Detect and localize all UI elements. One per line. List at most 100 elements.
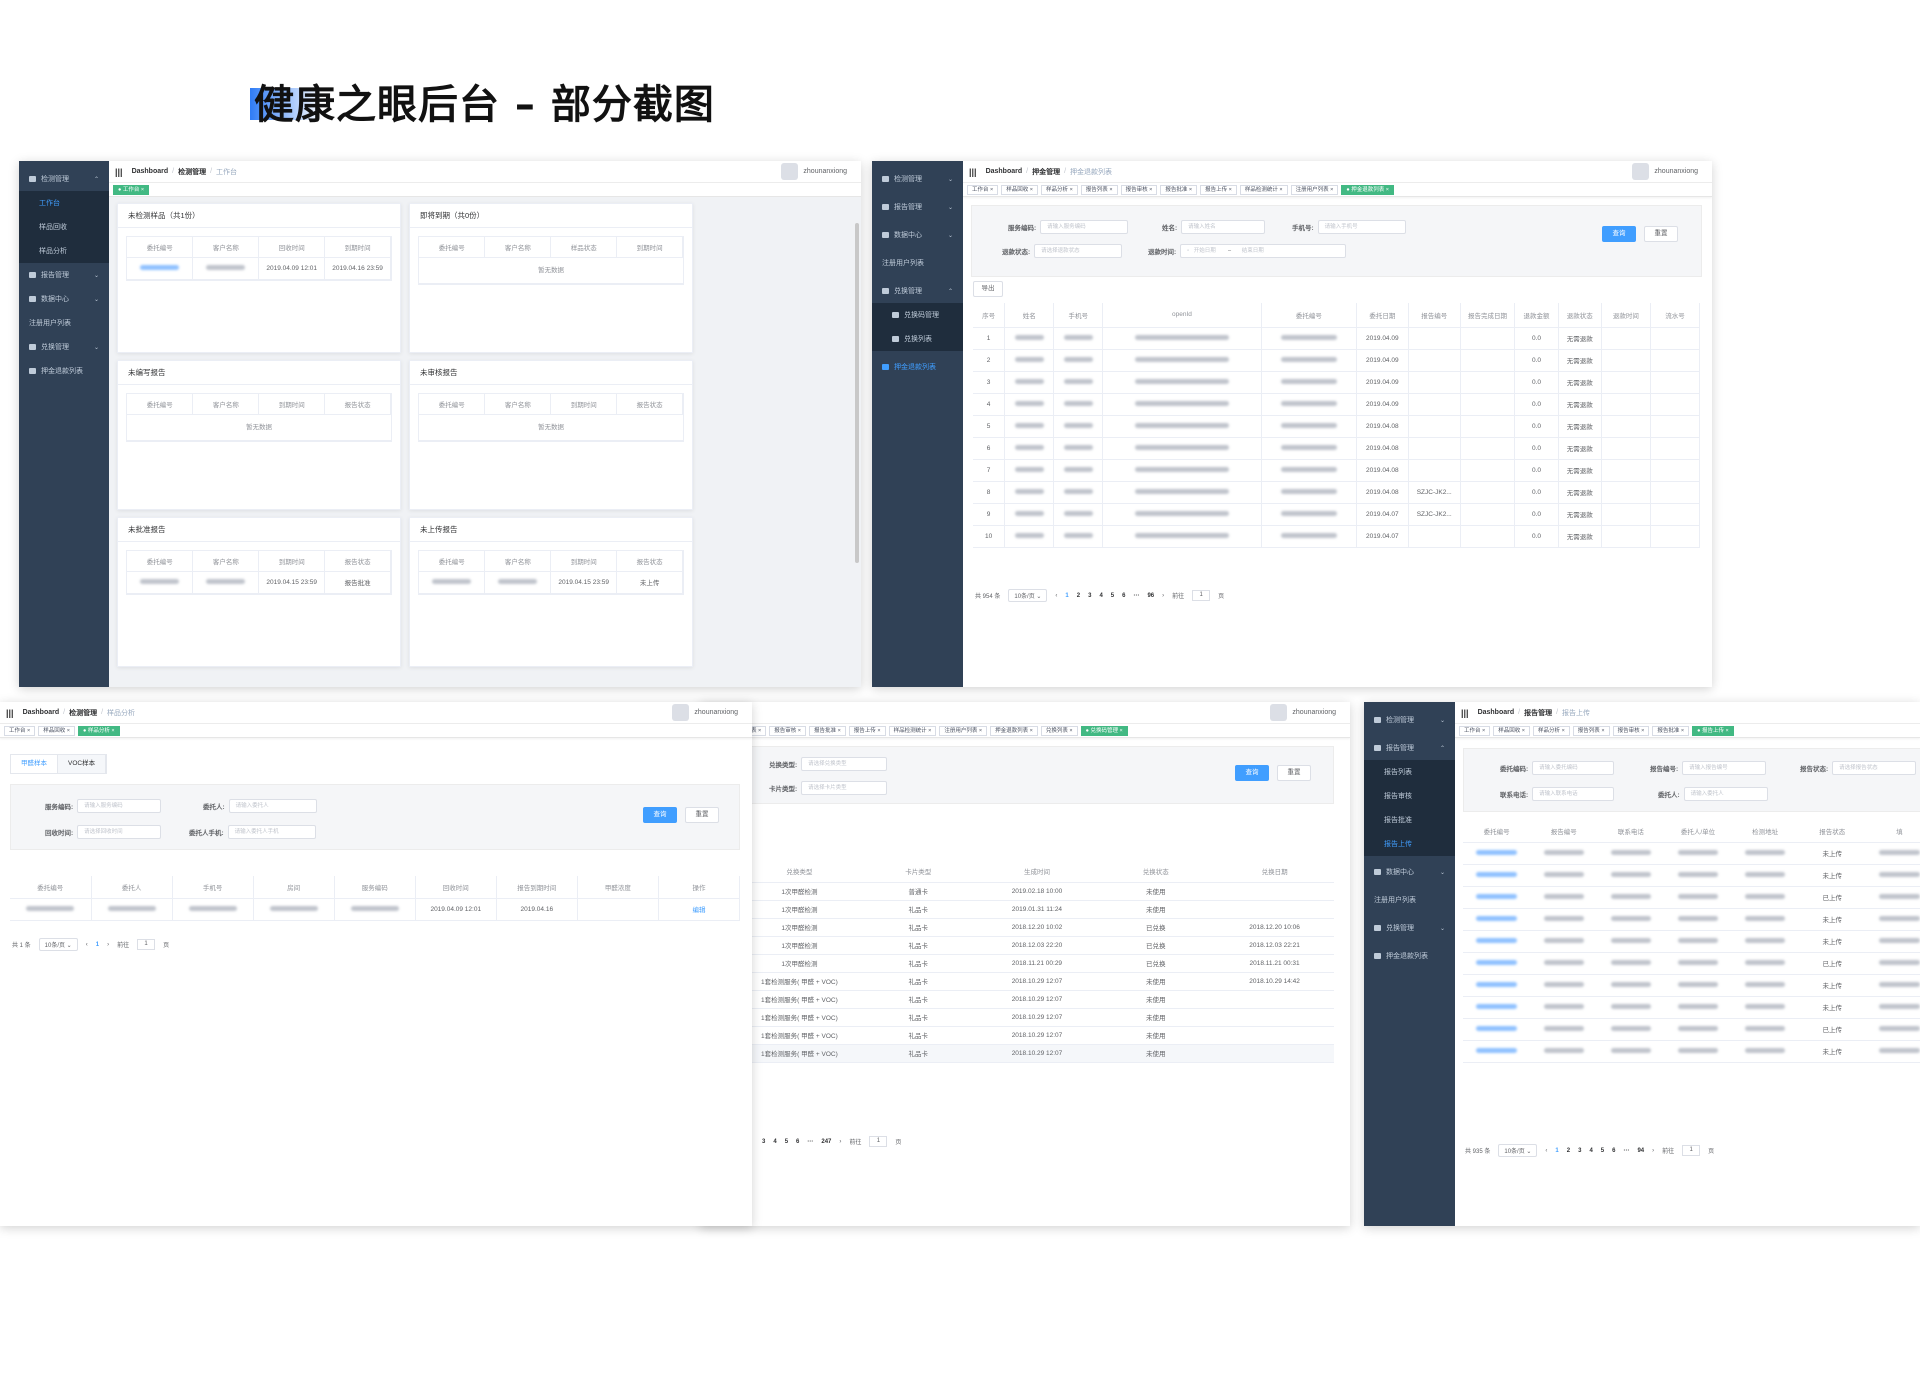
sidebar-item-inspection[interactable]: 检测管理 ⌄	[1364, 708, 1455, 732]
page-number[interactable]: 4	[773, 1139, 776, 1145]
tag-item[interactable]: 工作台 ×	[967, 184, 999, 195]
service-code-input[interactable]: 请输入服务编码	[1040, 220, 1129, 234]
tag-workbench[interactable]: 工作台 ×	[4, 725, 36, 736]
next-page-icon[interactable]: ›	[1162, 593, 1164, 599]
user-menu[interactable]: zhounanxiong	[781, 163, 847, 180]
reset-button[interactable]: 重置	[1644, 226, 1678, 242]
prev-page-icon[interactable]: ‹	[86, 942, 88, 948]
tag-item[interactable]: 报告审核 ×	[769, 725, 807, 736]
breadcrumb-item[interactable]: 押金管理	[1032, 167, 1060, 177]
breadcrumb-dashboard[interactable]: Dashboard	[23, 709, 60, 716]
sidebar-item-exchange-codes[interactable]: 兑换码管理	[872, 303, 963, 327]
tag-item[interactable]: 样品检测统计 ×	[888, 725, 937, 736]
tag-item[interactable]: ● 押金退款列表 ×	[1341, 184, 1395, 195]
phone-input[interactable]: 请输入手机号	[1317, 220, 1406, 234]
user-menu[interactable]: zhounanxiong	[1270, 704, 1336, 721]
page-number[interactable]: 6	[1612, 1148, 1615, 1154]
breadcrumb-dashboard[interactable]: Dashboard	[1478, 709, 1515, 716]
commission-code-input[interactable]: 请输入委托编码	[1532, 761, 1615, 775]
sidebar-item-refunds[interactable]: 押金退款列表	[872, 355, 963, 379]
page-number[interactable]: 94	[1637, 1148, 1644, 1154]
breadcrumb-item[interactable]: 报告管理	[1524, 708, 1552, 718]
tag-item[interactable]: 报告审核 ×	[1612, 725, 1650, 736]
query-button[interactable]: 查询	[1602, 226, 1636, 242]
client-input[interactable]: 请输入委托人	[1683, 787, 1768, 801]
page-number[interactable]: 6	[1122, 593, 1125, 599]
tag-item[interactable]: ● 报告上传 ×	[1692, 725, 1734, 736]
page-number[interactable]: 1	[96, 942, 99, 948]
scrollbar[interactable]	[855, 223, 859, 563]
page-number[interactable]: ···	[1623, 1148, 1629, 1154]
sidebar-item-report-review[interactable]: 报告审核	[1364, 784, 1455, 808]
sidebar-item-data-center[interactable]: 数据中心 ⌄	[872, 223, 963, 247]
page-number[interactable]: 5	[785, 1139, 788, 1145]
sidebar-item-exchange[interactable]: 兑换管理 ⌄	[1364, 916, 1455, 940]
client-input[interactable]: 请输入委托人	[228, 799, 317, 813]
sidebar-item-reports[interactable]: 报告管理 ⌃	[1364, 736, 1455, 760]
hamburger-icon[interactable]: |||	[115, 167, 123, 177]
prev-page-icon[interactable]: ‹	[1545, 1148, 1547, 1154]
breadcrumb-dashboard[interactable]: Dashboard	[986, 168, 1023, 175]
page-size-select[interactable]: 10条/页 ⌄	[1498, 1144, 1538, 1157]
prev-page-icon[interactable]: ‹	[1055, 593, 1057, 599]
page-number[interactable]: 5	[1111, 593, 1114, 599]
hamburger-icon[interactable]: |||	[969, 167, 977, 177]
page-number[interactable]: 4	[1099, 593, 1102, 599]
sidebar-item-users[interactable]: 注册用户列表	[1364, 888, 1455, 912]
sidebar-item-exchange[interactable]: 兑换管理 ⌃	[872, 279, 963, 303]
page-number[interactable]: 6	[796, 1139, 799, 1145]
tag-item[interactable]: 样品检测统计 ×	[1239, 184, 1288, 195]
sidebar-item-sample-recovery[interactable]: 样品回收	[19, 215, 109, 239]
page-number[interactable]: 2	[1567, 1148, 1570, 1154]
user-menu[interactable]: zhounanxiong	[1632, 163, 1698, 180]
page-number[interactable]: ···	[1133, 593, 1139, 599]
tab-formaldehyde[interactable]: 甲醛样本	[11, 755, 58, 773]
goto-page-input[interactable]: 1	[1192, 590, 1211, 601]
report-number-input[interactable]: 请输入报告编号	[1682, 761, 1767, 775]
tag-sample-recovery[interactable]: 样品回收 ×	[38, 725, 76, 736]
sidebar-item-sample-analysis[interactable]: 样品分析	[19, 239, 109, 263]
hamburger-icon[interactable]: |||	[1461, 708, 1469, 718]
goto-page-input[interactable]: 1	[869, 1136, 888, 1147]
name-input[interactable]: 请输入姓名	[1181, 220, 1266, 234]
sidebar-item-exchange[interactable]: 兑换管理 ⌄	[19, 335, 109, 359]
tag-item[interactable]: 报告列表 ×	[1080, 184, 1118, 195]
tag-item[interactable]: 样品回收 ×	[1493, 725, 1531, 736]
page-number[interactable]: 3	[1088, 593, 1091, 599]
sidebar-item-exchange-list[interactable]: 兑换列表	[872, 327, 963, 351]
refund-status-select[interactable]: 请选择退款状态	[1034, 244, 1123, 258]
refund-date-range[interactable]: ▫ 开始日期 – 结束日期	[1180, 244, 1347, 258]
page-number[interactable]: 247	[821, 1139, 831, 1145]
query-button[interactable]: 查询	[643, 807, 677, 823]
tag-workbench[interactable]: ● 工作台 ×	[113, 184, 150, 195]
reset-button[interactable]: 重置	[1277, 765, 1311, 781]
tag-item[interactable]: 兑换列表 ×	[1040, 725, 1078, 736]
sidebar-item-workbench[interactable]: 工作台	[19, 191, 109, 215]
page-number[interactable]: 2	[1077, 593, 1080, 599]
sidebar-item-data-center[interactable]: 数据中心 ⌄	[19, 287, 109, 311]
page-number[interactable]: 3	[1578, 1148, 1581, 1154]
sidebar-item-refunds[interactable]: 押金退款列表	[1364, 944, 1455, 968]
client-phone-input[interactable]: 请输入委托人手机	[227, 825, 316, 839]
edit-link[interactable]: 编辑	[658, 898, 741, 921]
page-number[interactable]: 1	[1065, 593, 1068, 599]
sidebar-item-users[interactable]: 注册用户列表	[19, 311, 109, 335]
contact-phone-input[interactable]: 请输入联系电话	[1532, 787, 1615, 801]
sidebar-item-refunds[interactable]: 押金退款列表	[19, 359, 109, 383]
page-number[interactable]: 3	[762, 1139, 765, 1145]
tag-item[interactable]: 注册用户列表 ×	[1290, 184, 1339, 195]
tag-item[interactable]: 样品分析 ×	[1041, 184, 1078, 195]
tag-item[interactable]: 样品分析 ×	[1533, 725, 1570, 736]
tag-item[interactable]: 报告批准 ×	[809, 725, 846, 736]
report-status-select[interactable]: 请选择报告状态	[1832, 761, 1917, 775]
tag-item[interactable]: 工作台 ×	[1459, 725, 1491, 736]
hamburger-icon[interactable]: |||	[6, 708, 14, 718]
goto-page-input[interactable]: 1	[137, 939, 156, 950]
breadcrumb-dashboard[interactable]: Dashboard	[132, 168, 169, 175]
tag-item[interactable]: 报告批准 ×	[1160, 184, 1198, 195]
service-code-input[interactable]: 请输入服务编码	[77, 799, 162, 813]
page-number[interactable]: 4	[1589, 1148, 1592, 1154]
tag-sample-analysis[interactable]: ● 样品分析 ×	[78, 725, 120, 736]
tag-item[interactable]: 报告批准 ×	[1652, 725, 1690, 736]
page-number[interactable]: 5	[1601, 1148, 1604, 1154]
